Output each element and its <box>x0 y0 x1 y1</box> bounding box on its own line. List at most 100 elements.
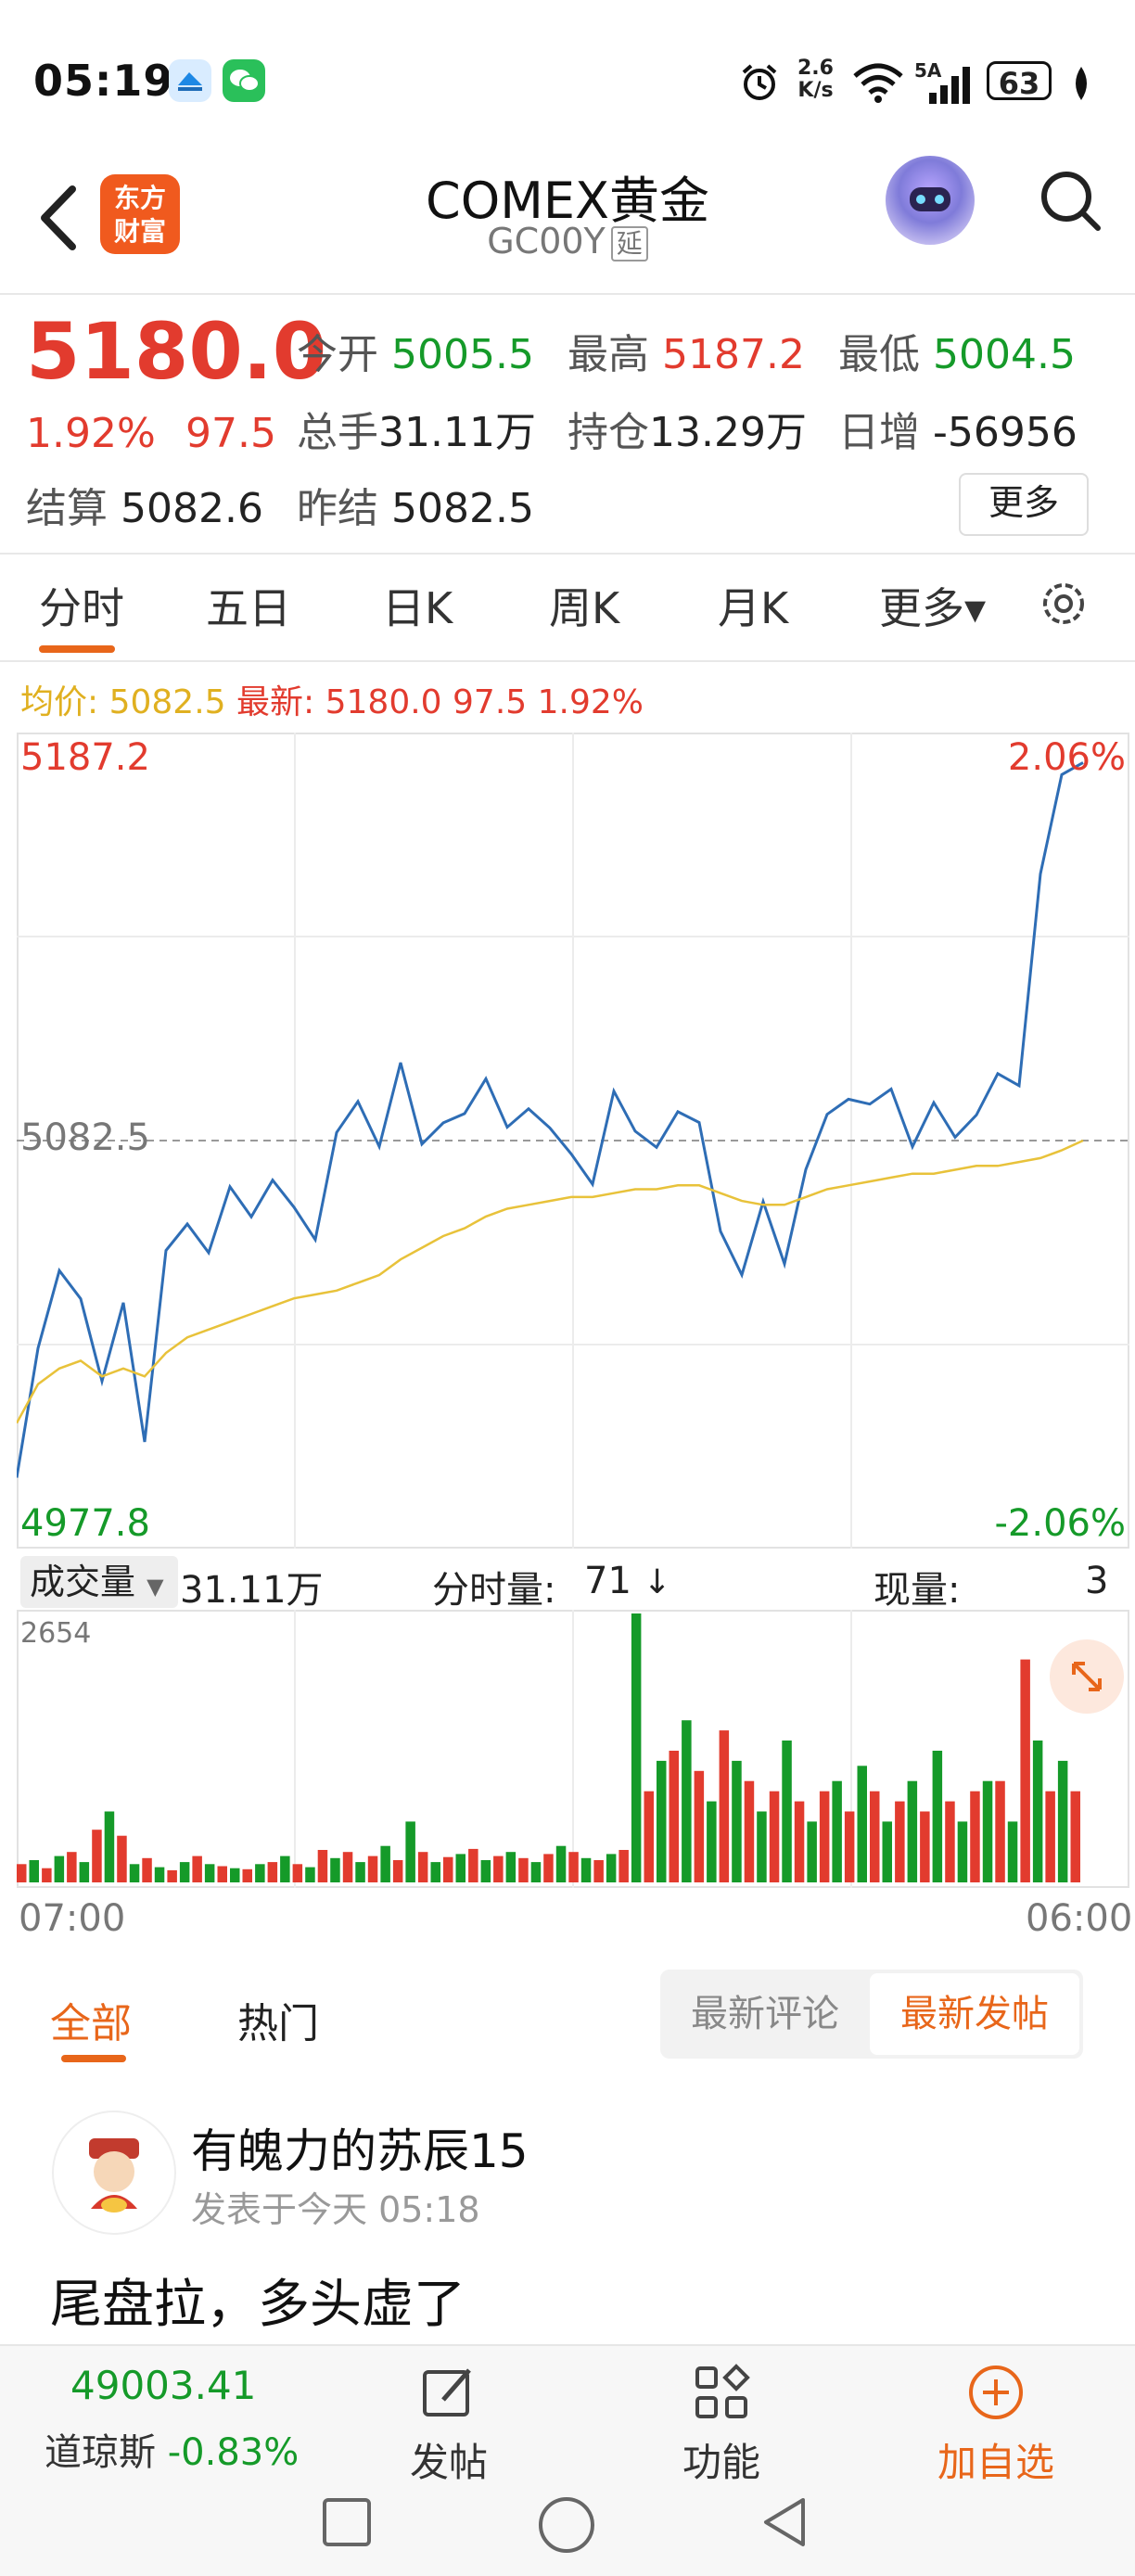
volume-bar <box>342 1852 353 1882</box>
alarm-icon <box>742 64 777 100</box>
tab-daily-k[interactable]: 日K <box>382 575 453 636</box>
post-content[interactable]: 尾盘拉，多头虚了 <box>50 2263 465 2338</box>
volume-bar <box>982 1780 993 1882</box>
volume-bar <box>129 1864 140 1882</box>
add-circle-icon <box>969 2366 1023 2419</box>
leaf-icon <box>1076 67 1087 100</box>
volume-total: 31.11万 <box>180 1569 324 1612</box>
low-field: 最低 5004.5 <box>838 331 1076 378</box>
volume-field: 总手31.11万 <box>297 409 536 456</box>
status-time: 05:19 <box>33 56 174 106</box>
tab-monthly-k[interactable]: 月K <box>718 575 788 636</box>
volume-bar <box>832 1780 842 1882</box>
functions-button[interactable]: 功能 <box>647 2363 796 2488</box>
post-author-name[interactable]: 有魄力的苏辰15 <box>191 2114 529 2181</box>
index-ticker-value[interactable]: 49003.41 <box>70 2363 256 2408</box>
volume-bar <box>142 1857 152 1882</box>
daily-increase-value: -56956 <box>933 409 1078 456</box>
volume-bar <box>932 1751 943 1882</box>
post-button[interactable]: 发帖 <box>375 2363 523 2488</box>
volume-bar <box>657 1760 667 1882</box>
quote-divider <box>0 553 1135 555</box>
volume-bar <box>945 1801 955 1882</box>
volume-bar <box>493 1855 504 1882</box>
intraday-chart[interactable]: 5187.2 5082.5 4977.8 2.06% -2.06% <box>17 733 1129 1549</box>
current-volume-value: 3 <box>1085 1560 1109 1602</box>
volume-bar <box>794 1801 805 1882</box>
ai-assistant-avatar[interactable] <box>886 156 975 245</box>
volume-max-label: 2654 <box>20 1617 92 1650</box>
pct-axis-max-label: 2.06% <box>1007 736 1126 779</box>
volume-bar <box>255 1864 265 1882</box>
current-volume-label: 现量: <box>874 1569 961 1612</box>
volume-bar <box>480 1860 491 1882</box>
volume-bar <box>367 1855 378 1882</box>
index-ticker-name[interactable]: 道琼斯 -0.83% <box>45 2422 299 2476</box>
prev-settle-value: 5082.5 <box>391 485 534 532</box>
tab-more[interactable]: 更多▾ <box>879 575 986 636</box>
volume-indicator-select[interactable]: 成交量 ▼ <box>20 1556 178 1608</box>
volume-bar <box>970 1791 980 1882</box>
home-icon[interactable] <box>536 2494 597 2556</box>
high-value: 5187.2 <box>662 331 805 378</box>
tab-hot-posts[interactable]: 热门 <box>237 1990 319 2049</box>
volume-bar <box>217 1866 227 1882</box>
expand-chart-icon[interactable] <box>1050 1639 1124 1714</box>
signal-icon <box>929 67 970 104</box>
latest-label: 最新: <box>236 683 315 721</box>
volume-bar <box>606 1854 617 1882</box>
volume-bar <box>330 1857 340 1882</box>
volume-bar <box>555 1845 567 1882</box>
battery-icon: 63 <box>987 61 1052 101</box>
volume-bar <box>744 1780 755 1882</box>
post-author-avatar[interactable] <box>52 2111 176 2235</box>
tabs-divider <box>0 660 1135 662</box>
volume-chart[interactable]: 2654 <box>17 1610 1129 1888</box>
sort-latest-post[interactable]: 最新发帖 <box>870 1973 1079 2055</box>
settings-gear-icon[interactable] <box>1035 575 1092 632</box>
volume-value: 31.11万 <box>378 409 536 456</box>
time-axis-start: 07:00 <box>19 1897 126 1940</box>
volume-bar <box>543 1854 554 1882</box>
open-interest-value: 13.29万 <box>649 409 807 456</box>
volume-info-bar: 成交量 ▼ 31.11万 分时量: 71 ↓ 现量: 3 <box>17 1550 1129 1617</box>
recent-apps-icon[interactable] <box>319 2494 375 2550</box>
minute-volume-value: 71 ↓ <box>584 1560 671 1602</box>
volume-bar <box>757 1811 767 1882</box>
volume-bar <box>29 1860 39 1882</box>
volume-bar <box>1007 1821 1018 1882</box>
search-icon[interactable] <box>1037 167 1103 234</box>
volume-bar <box>242 1868 252 1882</box>
contract-code: GC00Y <box>487 221 606 261</box>
daily-increase-field: 日增 -56956 <box>838 409 1078 456</box>
post-button-label: 发帖 <box>409 2440 488 2485</box>
sort-latest-comment[interactable]: 最新评论 <box>660 1970 870 2059</box>
volume-bar <box>580 1857 592 1882</box>
volume-bar <box>1020 1659 1030 1882</box>
add-watchlist-button[interactable]: 加自选 <box>922 2363 1070 2488</box>
tab-intraday[interactable]: 分时 <box>39 575 124 636</box>
volume-bar <box>79 1862 90 1882</box>
back-nav-icon[interactable] <box>757 2494 812 2550</box>
status-bar: 05:19 2.6 K/s 5A 63 <box>0 0 1135 148</box>
volume-bar <box>179 1862 190 1882</box>
volume-bar <box>405 1821 415 1882</box>
tab-five-day[interactable]: 五日 <box>206 575 291 636</box>
more-quote-button[interactable]: 更多 <box>959 473 1089 536</box>
high-field: 最高 5187.2 <box>568 331 805 378</box>
volume-bar <box>154 1867 165 1882</box>
volume-bar <box>732 1760 742 1882</box>
volume-bar <box>104 1811 115 1882</box>
tab-weekly-k[interactable]: 周K <box>549 575 619 636</box>
volume-bar <box>631 1613 642 1882</box>
volume-bar <box>204 1864 215 1882</box>
volume-bar <box>292 1864 303 1882</box>
volume-bar <box>117 1835 127 1882</box>
volume-bar <box>92 1830 102 1882</box>
volume-bar <box>67 1852 77 1882</box>
open-interest-field: 持仓13.29万 <box>568 409 807 456</box>
volume-bar <box>417 1852 428 1882</box>
volume-bar <box>42 1868 52 1882</box>
tab-all-posts[interactable]: 全部 <box>50 1990 132 2049</box>
avg-price-curve <box>17 1139 1084 1424</box>
